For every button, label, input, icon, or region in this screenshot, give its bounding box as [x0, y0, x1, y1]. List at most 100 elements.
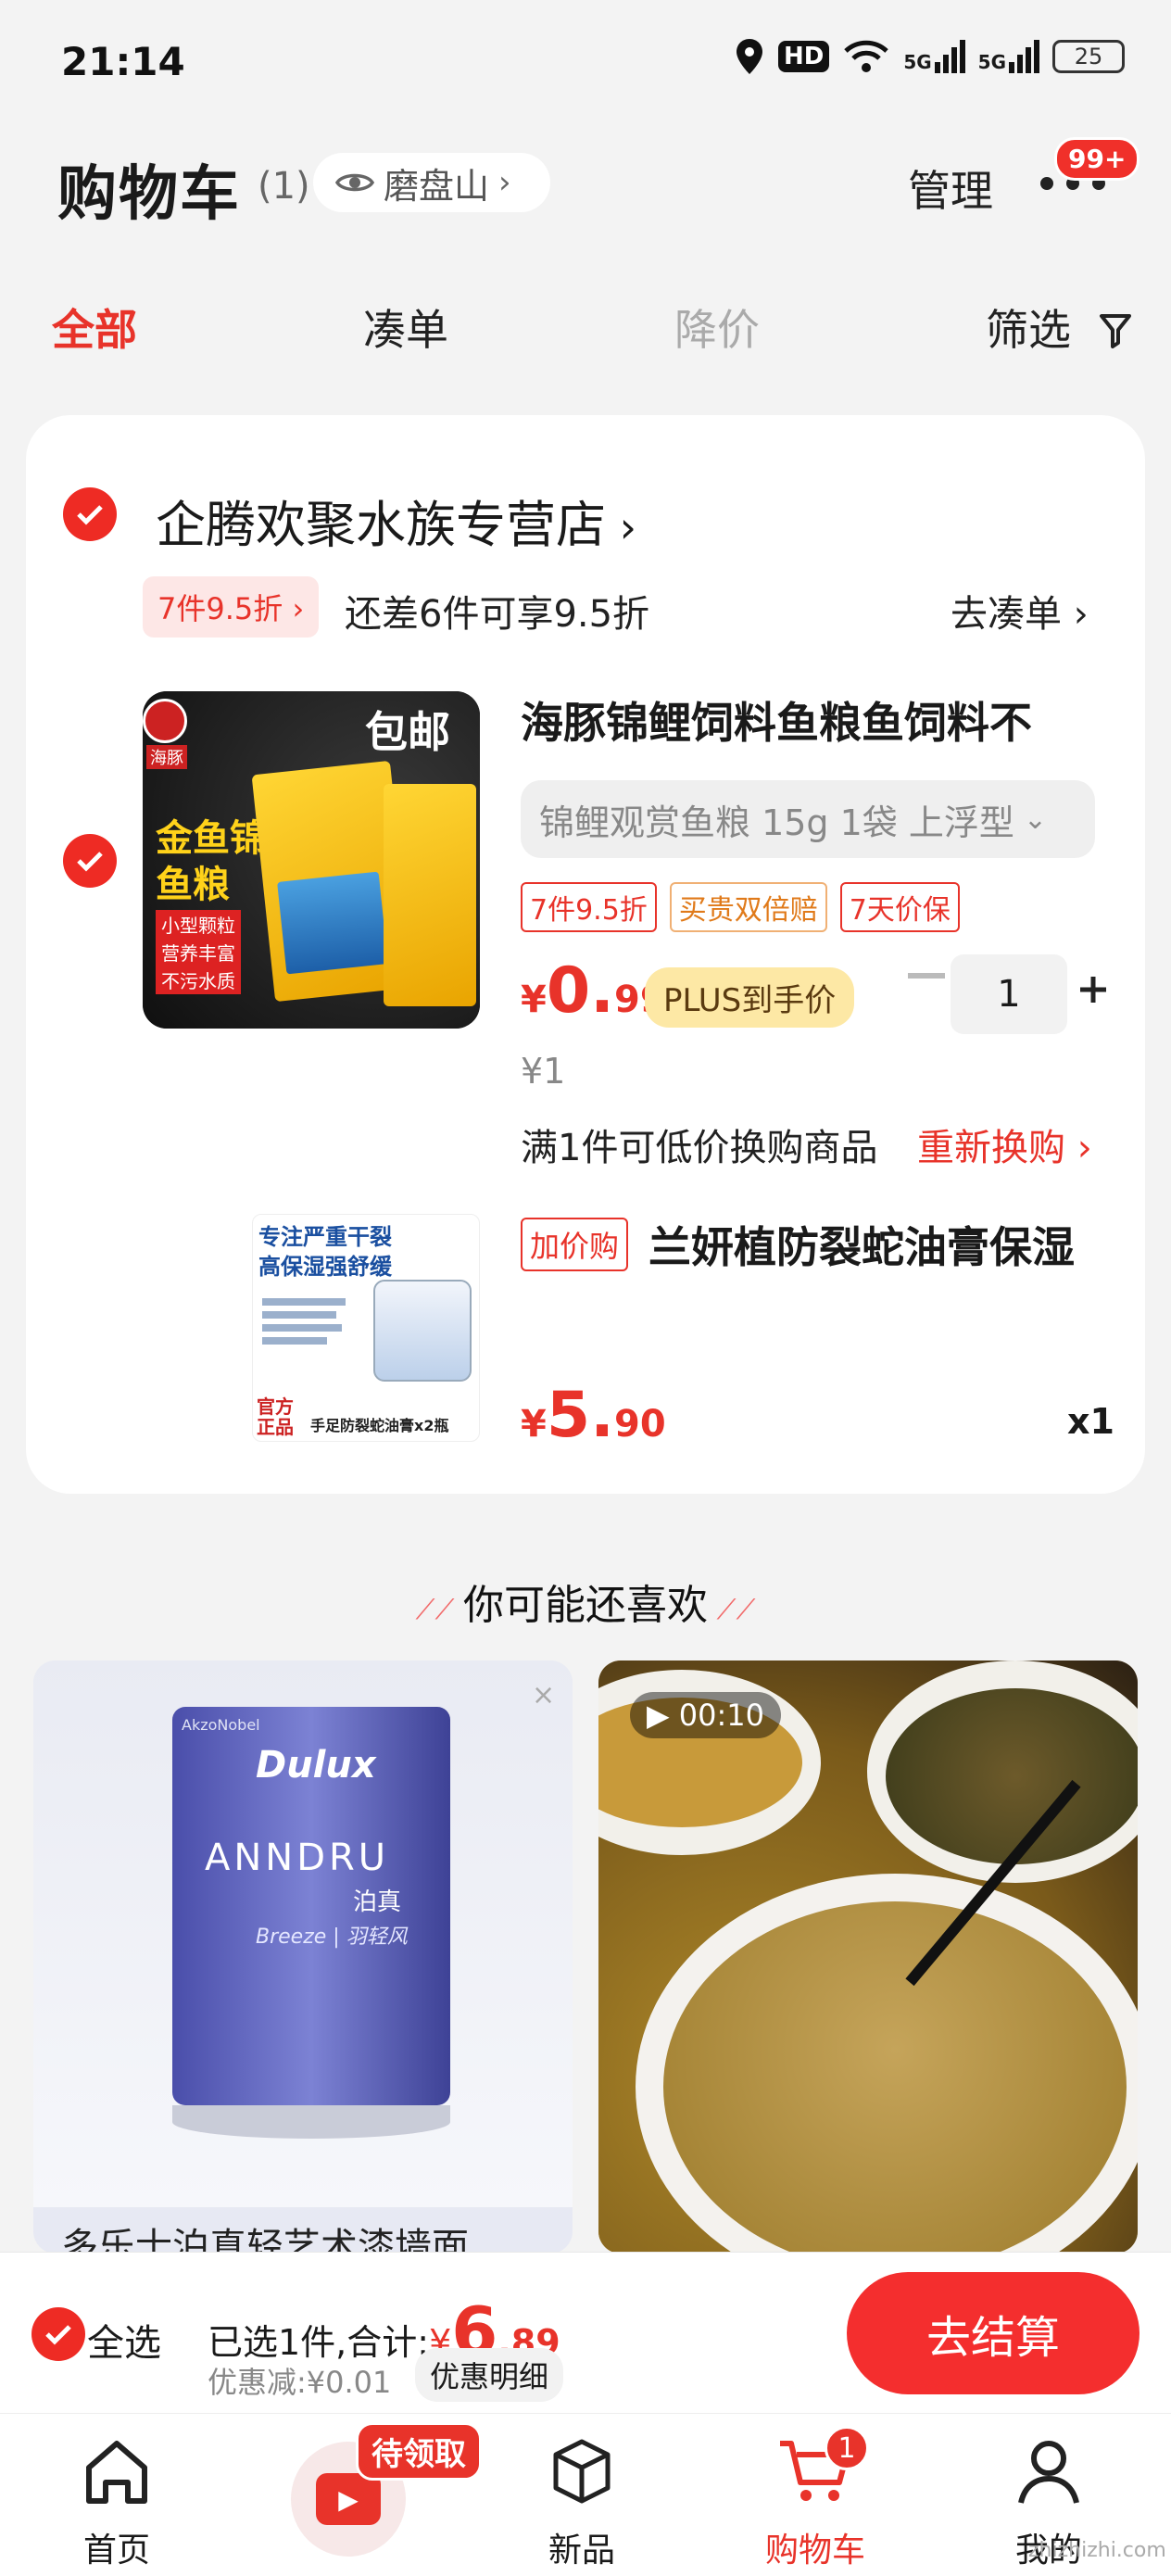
battery-icon: 25 — [1052, 40, 1125, 73]
nav-cart-label: 购物车 — [764, 2532, 865, 2570]
close-icon[interactable]: × — [532, 1679, 555, 1711]
signal-5g-icon-2: 5G — [978, 40, 1039, 73]
store-name[interactable]: 企腾欢聚水族专营店 › — [156, 484, 636, 557]
discount-detail-button[interactable]: 优惠明细 — [415, 2348, 564, 2402]
addon-product-price: ¥5. 90 — [521, 1379, 666, 1452]
status-icons: HD 5G 5G 25 — [734, 37, 1125, 76]
hd-icon: HD — [777, 41, 830, 72]
bowl-food — [663, 1901, 1127, 2254]
nav-new[interactable]: 新品 — [489, 2414, 674, 2576]
free-shipping-label: 包邮 — [365, 707, 450, 757]
addon-quantity: x1 — [1067, 1401, 1114, 1442]
cart-count: (1) — [258, 165, 310, 208]
bullet-list — [262, 1298, 364, 1382]
location-selector[interactable]: 磨盘山 › — [313, 153, 550, 212]
filter-icon[interactable] — [1099, 313, 1132, 348]
status-bar: 21:14 HD 5G 5G 25 — [0, 0, 1171, 139]
tab-filter[interactable]: 筛选 — [986, 297, 1071, 358]
brand-logo — [143, 699, 187, 743]
chevron-down-icon: ⌄ — [1023, 802, 1048, 836]
nav-home[interactable]: 首页 — [24, 2414, 209, 2576]
can-base — [172, 2105, 450, 2139]
addon-purchase-badge: 加价购 — [521, 1218, 629, 1271]
sku-label: 锦鲤观赏鱼粮 15g 1袋 上浮型 — [539, 802, 1014, 843]
price-protect-badge: 7天价保 — [839, 882, 960, 932]
package-graphic-2 — [384, 784, 476, 1006]
signal-5g-icon: 5G — [903, 40, 965, 73]
product-line-label: Breeze | 羽轻风 — [256, 1926, 408, 1949]
recommend-card-2[interactable] — [598, 1661, 1138, 2254]
guarantee-badge: 买贵双倍赔 — [669, 882, 827, 932]
check-icon — [77, 852, 103, 872]
wifi-icon — [844, 40, 889, 72]
home-icon — [86, 2441, 147, 2504]
product-checkbox[interactable] — [63, 834, 117, 888]
product-tags: 7件9.5折 买贵双倍赔 7天价保 — [521, 882, 960, 932]
package-window — [277, 871, 388, 975]
decor-right-icon: ⟋⟋ — [708, 1594, 756, 1626]
store-checkbox[interactable] — [63, 487, 117, 541]
bottom-nav: 首页 ▶ 新品 购物车 我的 — [0, 2413, 1171, 2576]
product-image[interactable]: 海豚 包邮 金鱼锦鲤 鱼粮 小型颗粒 营养丰富 不污水质 — [143, 691, 480, 1029]
chevron-right-icon: › — [498, 164, 511, 201]
recommend-card-1[interactable]: × AkzoNobel Dulux ANNDRU 泊真 Breeze | 羽轻风 — [33, 1661, 573, 2254]
checkout-button[interactable]: 去结算 — [847, 2272, 1140, 2394]
status-time: 21:14 — [61, 39, 185, 84]
message-badge: 99+ — [1054, 137, 1140, 181]
goto-combine-link[interactable]: 去凑单 › — [951, 584, 1089, 638]
play-icon: ▶ — [647, 1698, 679, 1733]
maker-label: AkzoNobel — [182, 1716, 260, 1734]
user-icon — [1018, 2441, 1079, 2504]
brand-name: 海豚 — [146, 745, 187, 769]
chevron-right-icon: › — [606, 502, 637, 552]
product-sub-label: 泊真 — [353, 1888, 402, 1916]
cube-icon — [553, 2439, 611, 2504]
tab-all[interactable]: 全部 — [52, 297, 137, 358]
image-bullet-1: 小型颗粒 — [156, 910, 241, 939]
tab-combine[interactable]: 凑单 — [363, 297, 448, 358]
quantity-decrease-button[interactable] — [908, 973, 945, 979]
image-headline-1: 专注严重干裂 — [258, 1224, 392, 1250]
recommend-heading: ⟋⟋ 你可能还喜欢 ⟋⟋ — [415, 1582, 756, 1629]
manage-button[interactable]: 管理 — [908, 158, 993, 219]
product-name-label: ANNDRU — [205, 1837, 390, 1879]
addon-product-image[interactable]: 专注严重干裂 高保湿强舒缓 官方正品 手足防裂蛇油膏x2瓶 — [252, 1214, 480, 1442]
cart-badge: 1 — [825, 2426, 869, 2470]
decor-left-icon: ⟋⟋ — [415, 1594, 463, 1626]
quantity-increase-button[interactable] — [1078, 975, 1108, 1004]
jar-graphic — [373, 1280, 472, 1382]
swap-offer-text: 满1件可低价换购商品 — [521, 1127, 878, 1169]
image-bullet-3: 不污水质 — [156, 966, 241, 994]
page-title: 购物车 — [57, 160, 241, 229]
promo-tag[interactable]: 7件9.5折 › — [143, 576, 320, 638]
official-label: 官方正品 — [257, 1395, 294, 1438]
original-price: ¥1 — [521, 1051, 566, 1092]
watermark: zhizhizhi.com — [1028, 2539, 1166, 2562]
addon-product-title[interactable]: 兰妍植防裂蛇油膏保湿 — [648, 1214, 1075, 1275]
nav-home-label: 首页 — [82, 2532, 150, 2570]
pending-reward-badge: 待领取 — [356, 2422, 482, 2481]
quantity-input[interactable]: 1 — [951, 954, 1067, 1034]
image-caption: 手足防裂蛇油膏x2瓶 — [310, 1417, 449, 1434]
location-icon — [736, 39, 762, 74]
select-all-label[interactable]: 全选 — [87, 2313, 161, 2367]
nav-cart[interactable]: 购物车 — [723, 2414, 908, 2576]
check-icon — [45, 2325, 71, 2345]
image-headline-2: 鱼粮 — [156, 864, 230, 906]
video-duration-badge: ▶ 00:10 — [630, 1692, 781, 1738]
product-title[interactable]: 海豚锦鲤饲料鱼粮鱼饲料不 — [521, 689, 1151, 751]
reswap-link[interactable]: 重新换购 › — [917, 1118, 1092, 1171]
promo-text: 还差6件可享9.5折 — [345, 593, 650, 636]
bowl-sauce-2 — [886, 1688, 1138, 1864]
location-label: 磨盘山 — [384, 165, 490, 207]
tab-price-drop[interactable]: 降价 — [674, 297, 760, 358]
brand-label: Dulux — [256, 1744, 376, 1787]
eye-icon — [335, 173, 374, 192]
image-bullet-2: 营养丰富 — [156, 938, 241, 966]
select-all-checkbox[interactable] — [31, 2307, 85, 2361]
promo-badge: 7件9.5折 — [521, 882, 657, 932]
image-headline-2: 高保湿强舒缓 — [258, 1254, 392, 1280]
nav-new-label: 新品 — [548, 2532, 615, 2570]
discount-text: 优惠减:¥0.01 — [208, 2365, 392, 2400]
sku-selector[interactable]: 锦鲤观赏鱼粮 15g 1袋 上浮型 ⌄ — [521, 780, 1095, 858]
